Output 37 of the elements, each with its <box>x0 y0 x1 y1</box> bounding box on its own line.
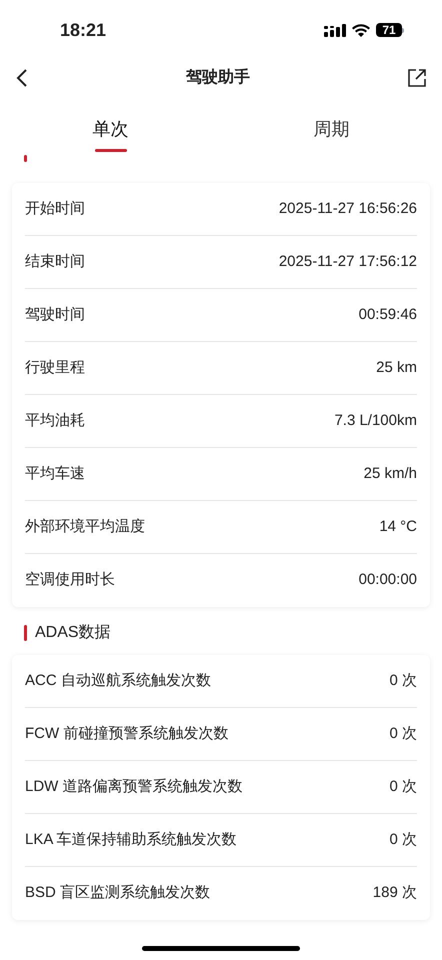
wifi-icon <box>352 24 370 36</box>
stat-value: 189 次 <box>372 883 417 904</box>
stat-value: 7.3 L/100km <box>334 410 417 431</box>
stat-value: 00:00:00 <box>358 570 417 590</box>
stat-label: 行驶里程 <box>25 358 85 378</box>
stat-label: LDW 道路偏离预警系统触发次数 <box>25 776 242 797</box>
signal-icon <box>324 24 346 36</box>
stat-label: 驾驶时间 <box>25 304 85 325</box>
stat-label: 结束时间 <box>25 252 85 272</box>
stat-label: 平均油耗 <box>25 410 85 431</box>
stat-label: 开始时间 <box>25 198 85 219</box>
stat-label: BSD 盲区监测系统触发次数 <box>25 883 210 904</box>
stat-label: 平均车速 <box>25 464 85 484</box>
stat-value: 25 km/h <box>364 464 417 484</box>
stat-value: 0 次 <box>389 670 417 691</box>
stat-value: 14 °C <box>379 516 417 537</box>
status-time: 18:21 <box>60 18 106 42</box>
stat-label: LKA 车道保持辅助系统触发次数 <box>25 830 237 850</box>
section-title: ADAS数据 <box>35 623 111 643</box>
stat-label: 外部环境平均温度 <box>25 516 145 537</box>
stat-label: ACC 自动巡航系统触发次数 <box>25 670 211 691</box>
stat-value: 0 次 <box>389 830 417 850</box>
stat-value: 00:59:46 <box>358 304 417 325</box>
battery-level: 71 <box>376 23 402 37</box>
section-marker <box>24 625 27 641</box>
back-icon[interactable] <box>16 69 28 87</box>
share-icon[interactable] <box>408 69 426 87</box>
stat-value: 2025-11-27 17:56:12 <box>278 252 417 272</box>
page-title: 驾驶助手 <box>186 67 250 88</box>
tab[interactable]: 周期 <box>221 110 442 148</box>
stat-value: 25 km <box>376 358 417 378</box>
stat-label: 空调使用时长 <box>25 570 115 590</box>
stat-value: 2025-11-27 16:56:26 <box>278 198 417 219</box>
stat-value: 0 次 <box>389 724 417 744</box>
stat-label: FCW 前碰撞预警系统触发次数 <box>25 724 228 744</box>
section-marker <box>24 155 27 162</box>
stat-value: 0 次 <box>389 776 417 797</box>
